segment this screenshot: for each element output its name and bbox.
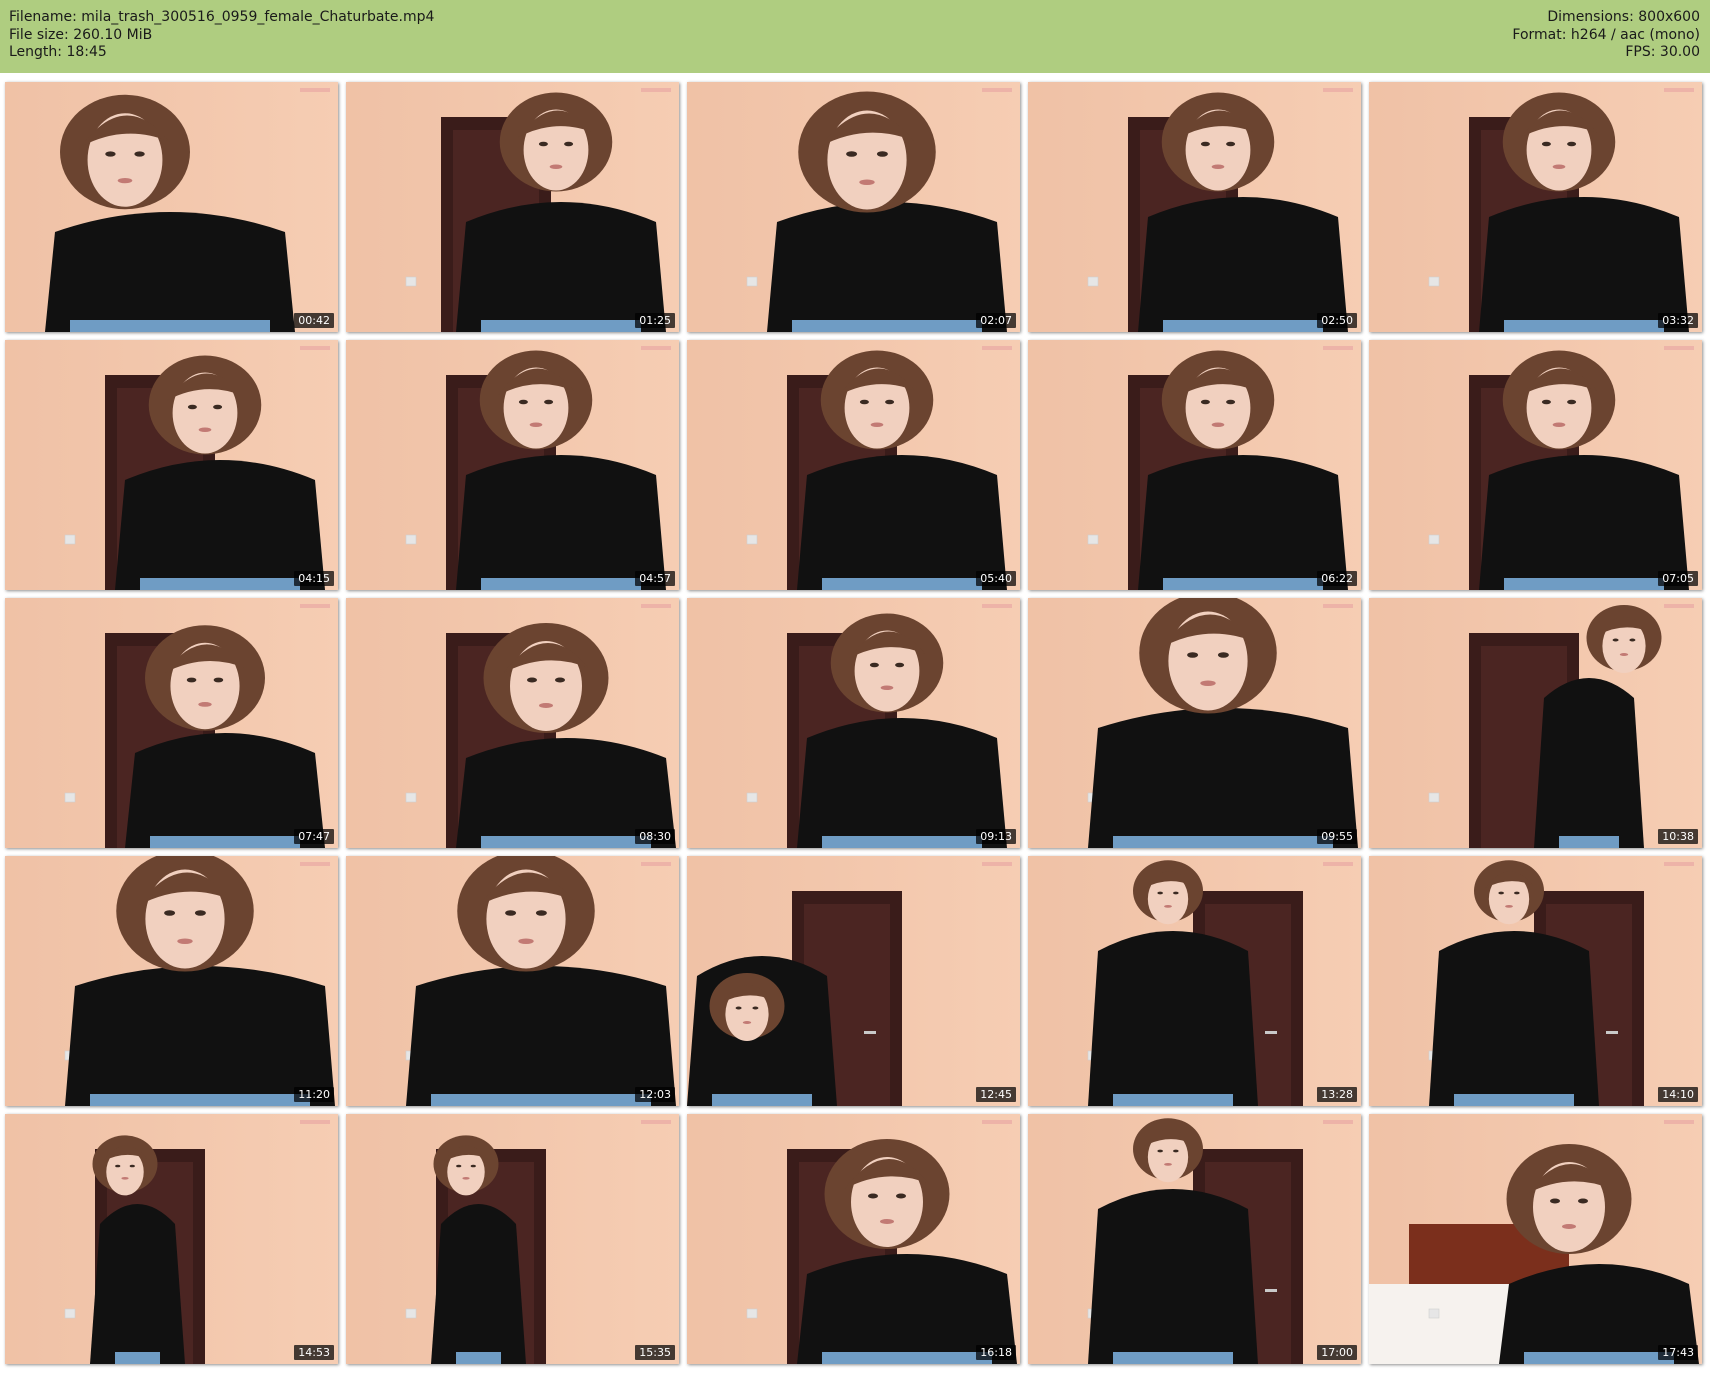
- frame-image: [1369, 598, 1702, 848]
- thumbnail-grid: 00:42 01:25 02:07 02:50 03:32 04:15 04:57 05:40…: [5, 82, 1702, 1364]
- thumbnail[interactable]: 13:28: [1028, 856, 1361, 1106]
- timestamp-label: 09:13: [976, 829, 1016, 844]
- frame-image: [1028, 856, 1361, 1106]
- thumbnail[interactable]: 12:03: [346, 856, 679, 1106]
- frame-image: [1369, 82, 1702, 332]
- frame-image: [687, 598, 1020, 848]
- timestamp-label: 03:32: [1658, 313, 1698, 328]
- timestamp-label: 04:15: [294, 571, 334, 586]
- dimensions-text: Dimensions: 800x600: [1547, 9, 1700, 25]
- thumbnail[interactable]: 01:25: [346, 82, 679, 332]
- frame-image: [1369, 1114, 1702, 1364]
- timestamp-label: 11:20: [294, 1087, 334, 1102]
- frame-image: [687, 82, 1020, 332]
- frame-image: [346, 82, 679, 332]
- timestamp-label: 07:47: [294, 829, 334, 844]
- frame-image: [1028, 340, 1361, 590]
- timestamp-label: 14:53: [294, 1345, 334, 1360]
- frame-image: [1028, 1114, 1361, 1364]
- frame-image: [687, 856, 1020, 1106]
- thumbnail[interactable]: 14:10: [1369, 856, 1702, 1106]
- thumbnail[interactable]: 15:35: [346, 1114, 679, 1364]
- frame-image: [346, 856, 679, 1106]
- timestamp-label: 00:42: [294, 313, 334, 328]
- timestamp-label: 15:35: [635, 1345, 675, 1360]
- timestamp-label: 13:28: [1317, 1087, 1357, 1102]
- timestamp-label: 08:30: [635, 829, 675, 844]
- thumbnail[interactable]: 17:43: [1369, 1114, 1702, 1364]
- timestamp-label: 07:05: [1658, 571, 1698, 586]
- timestamp-label: 06:22: [1317, 571, 1357, 586]
- thumbnail[interactable]: 09:55: [1028, 598, 1361, 848]
- frame-image: [5, 856, 338, 1106]
- timestamp-label: 02:07: [976, 313, 1016, 328]
- timestamp-label: 02:50: [1317, 313, 1357, 328]
- thumbnail[interactable]: 08:30: [346, 598, 679, 848]
- thumbnail[interactable]: 14:53: [5, 1114, 338, 1364]
- thumbnail[interactable]: 07:47: [5, 598, 338, 848]
- frame-image: [346, 340, 679, 590]
- frame-image: [346, 1114, 679, 1364]
- info-header: Filename: mila_trash_300516_0959_female_…: [0, 0, 1710, 73]
- thumbnail[interactable]: 02:07: [687, 82, 1020, 332]
- thumbnail[interactable]: 04:57: [346, 340, 679, 590]
- frame-image: [5, 598, 338, 848]
- frame-image: [1369, 856, 1702, 1106]
- frame-image: [5, 1114, 338, 1364]
- thumbnail[interactable]: 03:32: [1369, 82, 1702, 332]
- thumbnail[interactable]: 00:42: [5, 82, 338, 332]
- thumbnail[interactable]: 12:45: [687, 856, 1020, 1106]
- timestamp-label: 14:10: [1658, 1087, 1698, 1102]
- timestamp-label: 10:38: [1658, 829, 1698, 844]
- timestamp-label: 12:03: [635, 1087, 675, 1102]
- thumbnail[interactable]: 09:13: [687, 598, 1020, 848]
- filename-text: Filename: mila_trash_300516_0959_female_…: [9, 9, 435, 25]
- frame-image: [1369, 340, 1702, 590]
- format-text: Format: h264 / aac (mono): [1512, 26, 1700, 43]
- timestamp-label: 09:55: [1317, 829, 1357, 844]
- frame-image: [5, 82, 338, 332]
- length-text: Length: 18:45: [9, 44, 107, 60]
- file-info-left: Filename: mila_trash_300516_0959_female_…: [9, 9, 434, 62]
- timestamp-label: 17:43: [1658, 1345, 1698, 1360]
- frame-image: [346, 598, 679, 848]
- thumbnail[interactable]: 17:00: [1028, 1114, 1361, 1364]
- frame-image: [687, 340, 1020, 590]
- thumbnail[interactable]: 16:18: [687, 1114, 1020, 1364]
- thumbnail[interactable]: 10:38: [1369, 598, 1702, 848]
- thumbnail[interactable]: 04:15: [5, 340, 338, 590]
- frame-image: [1028, 82, 1361, 332]
- timestamp-label: 12:45: [976, 1087, 1016, 1102]
- frame-image: [687, 1114, 1020, 1364]
- thumbnail[interactable]: 02:50: [1028, 82, 1361, 332]
- thumbnail[interactable]: 11:20: [5, 856, 338, 1106]
- file-info-right: Dimensions: 800x600 Format: h264 / aac (…: [1512, 9, 1700, 62]
- filesize-text: File size: 260.10 MiB: [9, 26, 153, 43]
- thumbnail[interactable]: 05:40: [687, 340, 1020, 590]
- timestamp-label: 17:00: [1317, 1345, 1357, 1360]
- timestamp-label: 05:40: [976, 571, 1016, 586]
- timestamp-label: 01:25: [635, 313, 675, 328]
- fps-text: FPS: 30.00: [1625, 44, 1700, 60]
- timestamp-label: 16:18: [976, 1345, 1016, 1360]
- thumbnail[interactable]: 06:22: [1028, 340, 1361, 590]
- timestamp-label: 04:57: [635, 571, 675, 586]
- frame-image: [1028, 598, 1361, 848]
- thumbnail[interactable]: 07:05: [1369, 340, 1702, 590]
- frame-image: [5, 340, 338, 590]
